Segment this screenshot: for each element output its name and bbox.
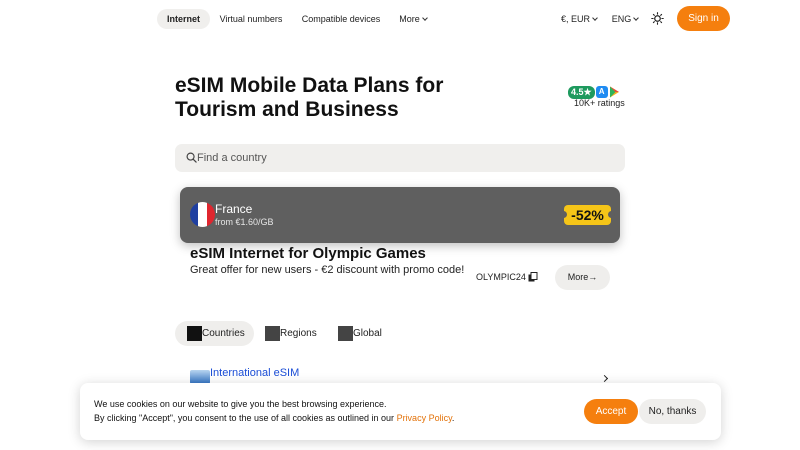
tab-countries-label: Countries [202, 328, 245, 339]
page-title: eSIM Mobile Data Plans for Tourism and B… [175, 74, 444, 121]
more-label: More [399, 14, 420, 24]
promo-code: OLYMPIC24 [476, 272, 526, 282]
app-store-icon: A [595, 86, 608, 98]
promo-more-button[interactable]: More→ [555, 265, 610, 290]
more-button-label: More [567, 272, 589, 282]
cookie-consent-text: By clicking "Accept", you consent to the… [94, 413, 454, 423]
cookie-consent-suffix: . [451, 413, 455, 423]
country-search [175, 144, 625, 172]
copy-icon[interactable] [528, 272, 538, 282]
country-price: from €1.60/GB [215, 217, 274, 227]
cookie-message: We use cookies on our website to give yo… [94, 399, 387, 409]
privacy-policy-link[interactable]: Privacy Policy [397, 413, 452, 423]
tab-virtual-numbers[interactable]: Virtual numbers [214, 9, 288, 29]
tab-countries[interactable]: Countries [175, 321, 254, 346]
decline-cookies-button[interactable]: No, thanks [639, 399, 706, 424]
rating-value: 4.5 [571, 86, 584, 97]
globe-icon [190, 370, 210, 384]
cookie-banner: We use cookies on our website to give yo… [80, 383, 721, 440]
search-input[interactable] [197, 144, 617, 172]
currency-selector[interactable]: €, EUR [558, 9, 600, 29]
theme-toggle-sun-icon[interactable] [651, 12, 664, 25]
promo-text: Great offer for new users - €2 discount … [190, 264, 465, 276]
tab-regions[interactable]: Regions [254, 321, 330, 346]
tab-global[interactable]: Global [330, 321, 400, 346]
rating-badge: 4.5★ [568, 85, 595, 99]
discount-badge: -52% [560, 205, 615, 225]
tab-more[interactable]: More [395, 9, 431, 29]
country-card-france[interactable]: France from €1.60/GB -52% [180, 187, 620, 243]
language-label: ENG [611, 14, 632, 24]
chevron-right-icon[interactable] [600, 374, 609, 383]
chevron-down-icon [421, 15, 428, 21]
france-flag-icon [190, 202, 215, 227]
tab-internet[interactable]: Internet [157, 9, 210, 29]
regions-icon [265, 326, 280, 341]
ratings-count: 10K+ ratings [574, 98, 625, 108]
language-selector[interactable]: ENG [610, 9, 640, 29]
google-play-icon [609, 86, 619, 98]
cookie-consent-prefix: By clicking "Accept", you consent to the… [94, 413, 397, 423]
arrow-right-icon: → [588, 272, 598, 282]
tab-global-label: Global [353, 328, 382, 339]
tab-compatible-devices[interactable]: Compatible devices [296, 9, 386, 29]
global-icon [338, 326, 353, 341]
app-rating: 4.5★ A [568, 85, 620, 99]
countries-icon [187, 326, 202, 341]
currency-label: €, EUR [560, 14, 590, 24]
list-item-international-esim[interactable]: International eSIM [210, 367, 299, 379]
accept-cookies-button[interactable]: Accept [584, 399, 638, 424]
chevron-down-icon [633, 15, 640, 21]
country-name: France [215, 202, 253, 216]
search-icon [186, 152, 197, 163]
promo-title: eSIM Internet for Olympic Games [190, 245, 426, 262]
sign-in-button[interactable]: Sign in [677, 6, 730, 31]
chevron-down-icon [592, 15, 598, 21]
tab-regions-label: Regions [280, 328, 317, 339]
top-nav: Internet Virtual numbers Compatible devi… [0, 0, 800, 38]
